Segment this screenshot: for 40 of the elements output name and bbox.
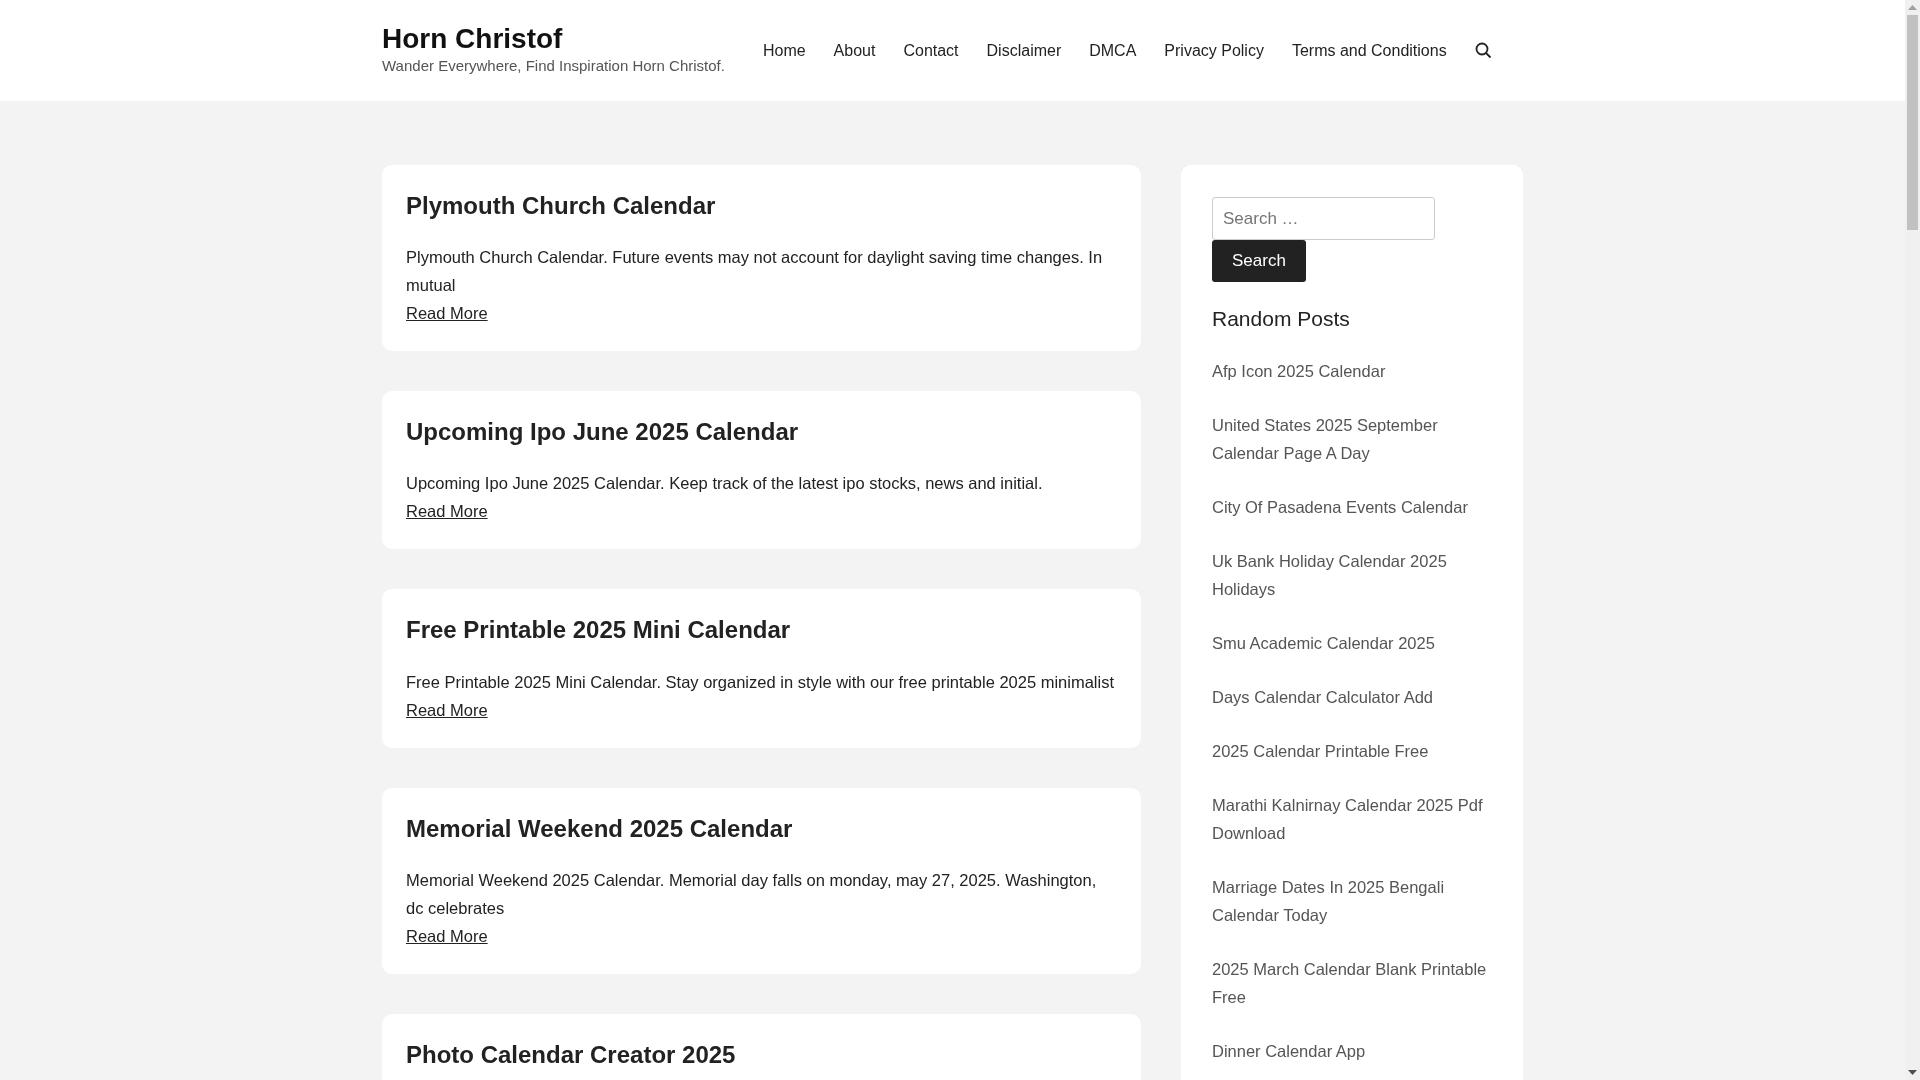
nav-link[interactable]: About	[819, 38, 890, 63]
nav-link[interactable]: Disclaimer	[972, 38, 1076, 63]
post-title[interactable]: Photo Calendar Creator 2025	[406, 1038, 1117, 1070]
nav-link[interactable]: Privacy Policy	[1150, 38, 1278, 63]
search-field[interactable]: Search …	[1212, 197, 1435, 240]
post-title[interactable]: Plymouth Church Calendar	[406, 190, 1117, 222]
sidebar-heading: Random Posts	[1212, 306, 1351, 332]
random-post-link[interactable]: City Of Pasadena Events Calendar	[1212, 493, 1492, 522]
scroll-up-arrow-icon[interactable]	[1908, 4, 1917, 10]
site-title[interactable]: Horn Christof	[382, 23, 725, 55]
random-post-link[interactable]: Marathi Kalnirnay Calendar 2025 Pdf Download	[1212, 791, 1492, 848]
post-title[interactable]: Memorial Weekend 2025 Calendar	[406, 812, 1117, 844]
random-post-link[interactable]: 2025 Calendar Printable Free	[1212, 737, 1492, 766]
random-post-link[interactable]: 2025 March Calendar Blank Printable Free	[1212, 955, 1492, 1012]
post-excerpt: Upcoming Ipo June 2025 Calendar. Keep track of the latest ipo stocks, news and initial.	[406, 473, 1044, 495]
read-more-link[interactable]: Read More	[406, 502, 488, 521]
scrollbar-thumb[interactable]	[1907, 15, 1918, 230]
site-tagline: Wander Everywhere, Find Inspiration Horn Christof.	[382, 55, 725, 76]
read-more-link[interactable]: Read More	[406, 926, 488, 945]
post-excerpt: Plymouth Church Calendar. Future events may not account for daylight saving time changes. In mutual	[406, 247, 1104, 297]
random-post-link[interactable]: Days Calendar Calculator Add	[1212, 683, 1492, 712]
nav-link[interactable]: Home	[748, 38, 820, 63]
random-post-link[interactable]: Afp Icon 2025 Calendar	[1212, 357, 1492, 386]
post-title[interactable]: Free Printable 2025 Mini Calendar	[406, 614, 1117, 646]
nav-link[interactable]: Contact	[889, 38, 973, 63]
post-excerpt: Free Printable 2025 Mini Calendar. Stay organized in style with our free printable 2025 minimalist	[406, 671, 1116, 693]
read-more-link[interactable]: Read More	[406, 304, 488, 323]
search-icon[interactable]	[1474, 42, 1492, 59]
read-more-link[interactable]: Read More	[406, 700, 488, 719]
random-post-link[interactable]: Dinner Calendar App	[1212, 1037, 1492, 1066]
random-post-link[interactable]: Marriage Dates In 2025 Bengali Calendar Today	[1212, 873, 1492, 930]
nav-link[interactable]: DMCA	[1075, 38, 1151, 63]
post-title[interactable]: Upcoming Ipo June 2025 Calendar	[406, 416, 1117, 448]
random-post-link[interactable]: United States 2025 September Calendar Page A Day	[1212, 411, 1492, 468]
random-post-link[interactable]: Smu Academic Calendar 2025	[1212, 629, 1492, 658]
nav-link[interactable]: Terms and Conditions	[1277, 38, 1461, 63]
search-button[interactable]: Search	[1212, 240, 1306, 282]
post-excerpt: Memorial Weekend 2025 Calendar. Memorial day falls on monday, may 27, 2025. Washington, dc celebrates	[406, 869, 1098, 919]
scroll-down-arrow-icon[interactable]	[1908, 1070, 1917, 1076]
random-post-link[interactable]: Uk Bank Holiday Calendar 2025 Holidays	[1212, 547, 1492, 604]
